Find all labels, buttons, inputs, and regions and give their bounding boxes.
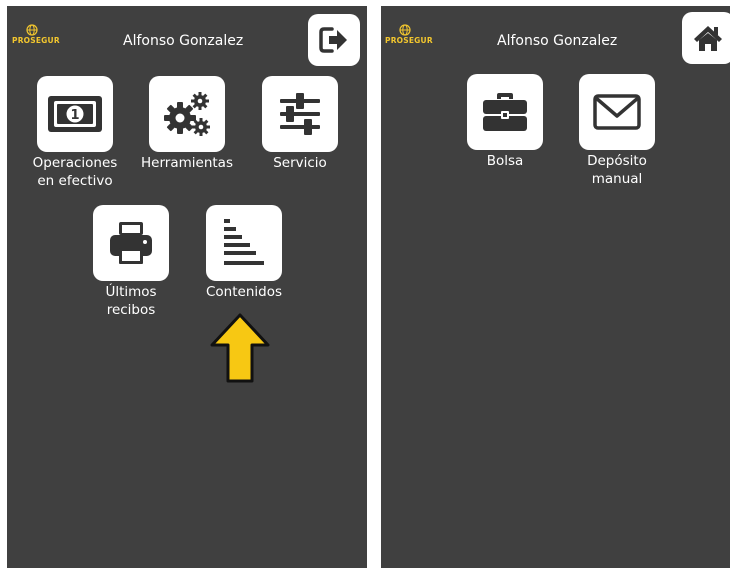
tile-servicio[interactable] <box>262 76 338 152</box>
up-arrow-icon <box>210 313 270 383</box>
logo-text: PROSEGUR <box>385 36 433 45</box>
prosegur-logo: PROSEGUR <box>385 24 433 45</box>
tile-label-bolsa: Bolsa <box>486 153 524 169</box>
sliders-icon <box>280 93 320 135</box>
user-name: Alfonso Gonzalez <box>497 33 618 49</box>
tile-contenidos[interactable] <box>206 205 282 281</box>
tile-ultimos-recibos[interactable] <box>93 205 169 281</box>
home-icon <box>694 26 722 51</box>
tile-herramientas[interactable] <box>149 76 225 152</box>
tile-label-servicio: Servicio <box>273 155 327 171</box>
gears-icon <box>164 92 210 136</box>
tile-label-deposito-manual: Depósito manual <box>587 153 647 187</box>
home-button[interactable] <box>682 12 730 64</box>
globe-icon <box>399 24 411 36</box>
tile-operaciones-en-efectivo[interactable]: 1 <box>37 76 113 152</box>
svg-text:1: 1 <box>70 108 79 123</box>
briefcase-icon <box>483 93 527 131</box>
user-name: Alfonso Gonzalez <box>123 33 244 49</box>
logo-text: PROSEGUR <box>12 36 60 45</box>
envelope-icon <box>593 94 641 130</box>
tile-label-herramientas: Herramientas <box>141 155 233 171</box>
logout-icon <box>319 27 347 53</box>
prosegur-logo: PROSEGUR <box>12 24 60 45</box>
bars-icon <box>224 219 264 265</box>
cash-icon: 1 <box>48 96 102 132</box>
right-screen: PROSEGUR Alfonso Gonzalez Bolsa Depósito… <box>381 6 730 568</box>
logout-button[interactable] <box>308 14 360 66</box>
left-screen: PROSEGUR Alfonso Gonzalez 1 Operaciones … <box>7 6 367 568</box>
tile-label-contenidos: Contenidos <box>205 284 282 300</box>
tile-bolsa[interactable] <box>467 74 543 150</box>
printer-icon <box>110 222 152 264</box>
tile-deposito-manual[interactable] <box>579 74 655 150</box>
tile-label-ultimos-recibos: Últimos recibos <box>105 284 157 318</box>
tile-label-operaciones: Operaciones en efectivo <box>32 155 118 189</box>
globe-icon <box>26 24 38 36</box>
